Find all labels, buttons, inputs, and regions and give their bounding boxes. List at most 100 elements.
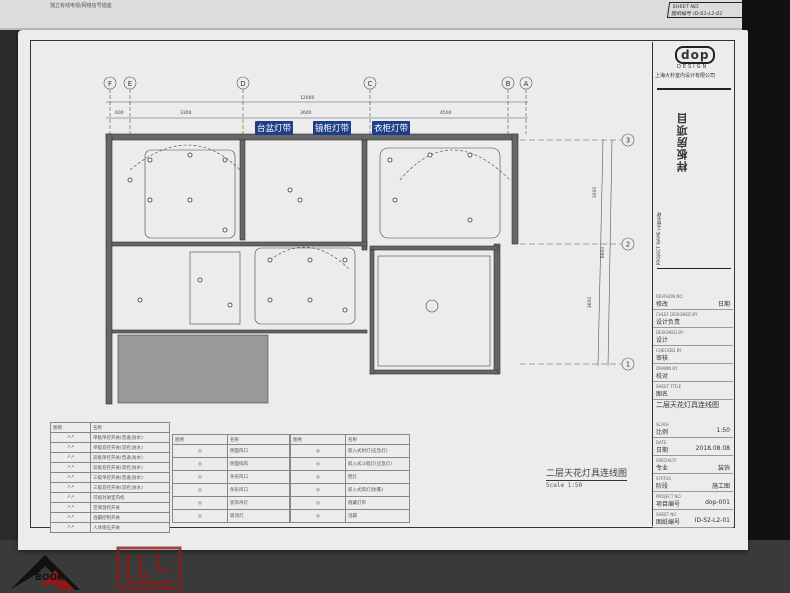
axis-bubble-B: B (501, 76, 515, 134)
ceiling-light (227, 302, 233, 308)
svg-text:1: 1 (626, 361, 630, 369)
legend-symbol: ◎ (172, 483, 228, 497)
title-block-row: CHECKED BY 审核 (653, 346, 733, 364)
legend-row: ◎ 吸顶灯 (172, 509, 290, 523)
ceiling-light (387, 157, 393, 163)
legend-label: 壁灯 (345, 470, 410, 484)
legend-symbol: ◎ (290, 483, 346, 497)
title-block-row: DRAWN BY 校对 (653, 364, 733, 382)
project-name-label: PROJECT NAME 工程名称 (657, 212, 662, 266)
project-title: 样板房项目 (676, 112, 689, 172)
svg-text:2: 2 (626, 241, 630, 249)
title-block-row: CHLEF DESIGNED BY 设计负责 (653, 310, 733, 328)
legend-symbol: ◎ (290, 457, 346, 471)
ceiling-light (467, 217, 473, 223)
ceiling-light (307, 257, 313, 263)
svg-text:3: 3 (626, 137, 630, 145)
axis-bubble-3: 3 (520, 133, 635, 147)
ceiling-light (297, 197, 303, 203)
legend-label: 人体感应开关 (90, 522, 170, 533)
legend-row: ◎ 条形风口 (172, 470, 290, 484)
legend-label: 条形风口 (227, 470, 290, 484)
legend-label: 三极双控开关(双控,防水) (90, 482, 170, 493)
ceiling-light (127, 177, 133, 183)
legend-row: ↗↗ 单极单控开关(普通,防水) (50, 432, 170, 443)
ceiling-light (222, 157, 228, 163)
svg-text:C: C (368, 80, 373, 88)
title-block-row: SHEET TITLE 图名 (653, 382, 733, 400)
ceiling-light (467, 152, 473, 158)
legend-label: 单极单控开关(普通,防水) (90, 432, 170, 443)
legend-label: 浴霸 (345, 509, 410, 523)
dim-right-1: 3000 (593, 186, 599, 199)
ceiling-light (137, 297, 143, 303)
title-block-row: SPECIALTY 专业 装饰 (653, 456, 733, 474)
ceiling-light (187, 152, 193, 158)
legend-row: ◎ 侧面排风 (172, 457, 290, 471)
legend-symbol: ◎ (172, 457, 228, 471)
legend-symbol: ↗↗ (50, 462, 91, 473)
legend-label: 空调温控开关 (90, 502, 170, 513)
watermark-seal-icon (116, 546, 182, 590)
legend-switches: 图例 名称 ↗↗ 单极单控开关(普通,防水) ↗↗ 单极双控开关(双控,防水) ↗↗ 双极单… (50, 422, 170, 533)
ceiling-light (427, 152, 433, 158)
legend-symbol: ◎ (290, 470, 346, 484)
title-block-row: DATE 日期 2018.08.08 (653, 438, 733, 456)
legend-symbol: ↗↗ (50, 522, 91, 533)
ceiling-light (267, 297, 273, 303)
axis-bubble-D: D (236, 76, 250, 134)
ceiling-light (287, 187, 293, 193)
dim-total: 12000 (300, 96, 315, 101)
ceiling-light (267, 257, 273, 263)
svg-text:D: D (240, 80, 245, 88)
axis-bubble-1: 1 (520, 357, 635, 371)
legend-row: ↗↗ 双极双控开关(双控,防水) (50, 462, 170, 473)
watermark-text: BOOK (35, 573, 65, 583)
legend-symbol: ↗↗ (50, 482, 91, 493)
svg-text:A: A (524, 80, 529, 88)
legend-row: ◎ 浴霸 (290, 509, 410, 523)
watermark-logo (10, 546, 182, 590)
title-block-row: STATUS 阶段 施工图 (653, 474, 733, 492)
ceiling-light (392, 197, 398, 203)
legend-label: 三极单控开关(普通,防水) (90, 472, 170, 483)
legend-row: ◎ 装饰吊灯 (172, 496, 290, 510)
legend-symbol: ◎ (172, 509, 228, 523)
legend-row: ↗↗ 三极双控开关(双控,防水) (50, 482, 170, 493)
legend-lights: 图例 名称 ◎ 嵌入式射灯(应急灯) ◎ 嵌入式斗胆灯(应急灯) ◎ 壁灯 ◎ 嵌入式筒灯(防雾… (290, 434, 410, 523)
legend-vents: 图例 名称 ◎ 侧面风口 ◎ 侧面排风 ◎ 条形风口 ◎ 条形风口 ◎ 装饰吊灯 ◎ 吸顶灯 (172, 434, 290, 523)
title-block: dop DESIGN 上海大朴室内设计有限公司 样板房项目 PROJECT NA… (652, 42, 735, 528)
axis-bubble-2: 2 (520, 237, 635, 251)
title-block-row: SCALE 比例 1:50 (653, 420, 733, 438)
legend-label: 吸顶灯 (227, 509, 290, 523)
axis-bubble-A: A (519, 76, 533, 134)
dim-3: 3600 (300, 111, 312, 116)
dim-4: 4500 (440, 111, 452, 116)
ceiling-light (307, 297, 313, 303)
legend-symbol: ↗↗ (50, 512, 91, 523)
legend-label: 隐藏灯带 (345, 496, 410, 510)
legend-row: ↗↗ 三极单控开关(普通,防水) (50, 472, 170, 483)
legend-symbol: ◎ (290, 509, 346, 523)
ceiling-light (197, 277, 203, 283)
dim-right-2: 3600 (588, 296, 594, 309)
ceiling-light (342, 307, 348, 313)
svg-text:E: E (128, 80, 132, 88)
company-name: 上海大朴室内设计有限公司 (655, 73, 716, 79)
legend-symbol: ↗↗ (50, 452, 91, 463)
legend-label: 嵌入式斗胆灯(应急灯) (345, 457, 410, 471)
title-block-row: PROJECT NO 项目编号 dop-001 (653, 492, 733, 510)
legend-label: 可视对讲室内机 (90, 492, 170, 503)
legend-label: 单极双控开关(双控,防水) (90, 442, 170, 453)
legend-label: 双极单控开关(普通,防水) (90, 452, 170, 463)
legend-row: ◎ 嵌入式筒灯(防雾) (290, 483, 410, 497)
svg-text:B: B (506, 80, 511, 88)
legend-symbol: ↗↗ (50, 432, 91, 443)
ceiling-light (222, 227, 228, 233)
drawing-title: 二层天花灯具连线图 (546, 466, 628, 481)
sheet-title: 二层天花灯具连线图 (656, 401, 719, 409)
legend-label: 装饰吊灯 (227, 496, 290, 510)
ceiling-light (147, 157, 153, 163)
legend-symbol: ↗↗ (50, 502, 91, 513)
drawing-scale: Scale 1:50 (546, 482, 583, 489)
